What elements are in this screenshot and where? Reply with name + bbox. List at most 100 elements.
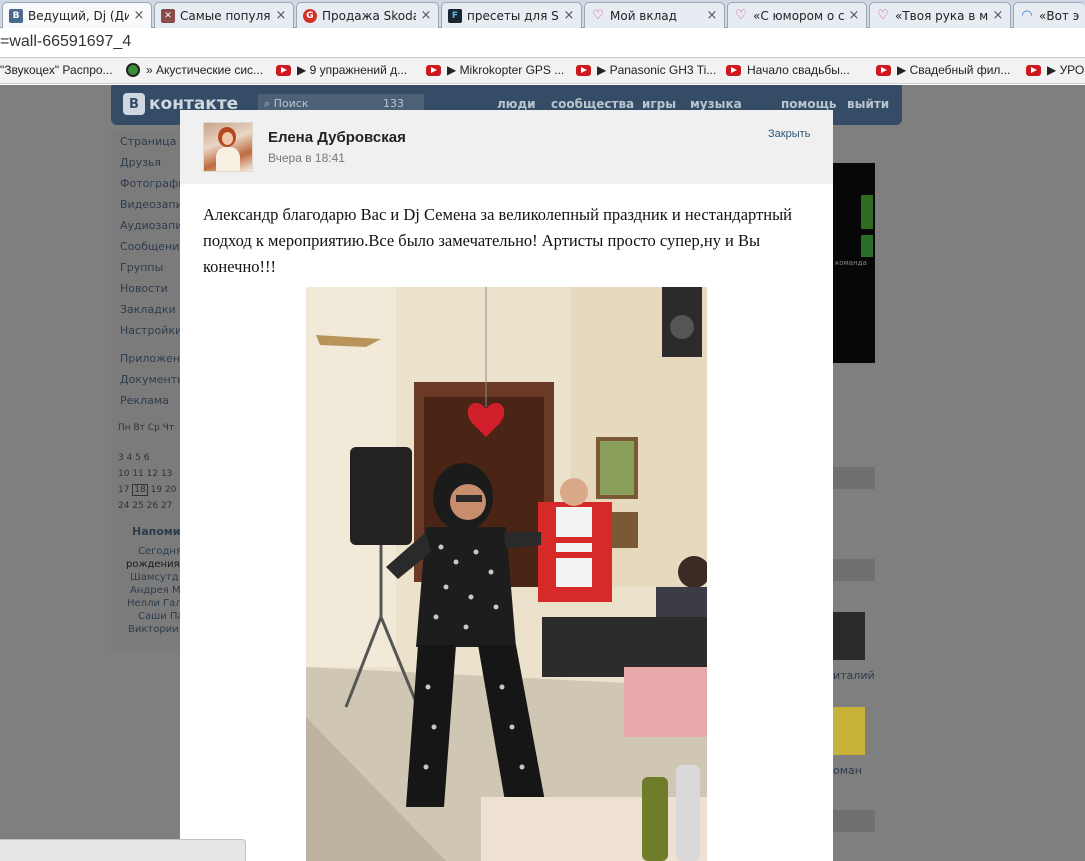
close-tab-icon[interactable]: × — [563, 8, 575, 23]
sidebar-item[interactable]: Аудиозапис — [120, 219, 189, 232]
f-icon: F — [448, 8, 462, 23]
bookmark[interactable]: ▶ Свадебный фил... — [876, 63, 1010, 77]
photo-person — [556, 537, 592, 543]
post-modal: Елена Дубровская Вчера в 18:41 Закрыть А… — [180, 110, 833, 861]
sidebar-item[interactable]: Видеозапис — [120, 198, 189, 211]
vk-logo-icon: В — [123, 93, 145, 115]
avatar-figure — [216, 147, 240, 171]
friend-avatar[interactable] — [833, 612, 865, 660]
heart-icon: ♡ — [592, 8, 604, 23]
post-text: Александр благодарю Вас и Dj Семена за в… — [203, 205, 793, 276]
close-tab-icon[interactable]: × — [706, 8, 718, 23]
sidebar-item[interactable]: Группы — [120, 261, 163, 274]
browser-tab[interactable]: G Продажа Skoda × — [296, 2, 439, 28]
tab-title: «С юмором о се — [753, 8, 844, 23]
address-bar[interactable]: =wall-66591697_4 — [0, 28, 1085, 58]
browser-tab[interactable]: ✕ Самые популяр × — [154, 2, 294, 28]
bookmarks-bar: "Звукоцех" Распро... » Акустические сис.… — [0, 58, 1085, 84]
browser-tab[interactable]: ♡ «С юмором о се × — [727, 2, 867, 28]
photo-painting — [600, 441, 634, 495]
tab-title: Ведущий, Dj (Ди — [28, 8, 129, 23]
bookmark-label: ▶ 9 упражнений д... — [297, 63, 408, 77]
sidebar-item[interactable]: Настройки — [120, 324, 182, 337]
youtube-icon — [726, 64, 741, 76]
search-count: 133 — [383, 97, 404, 110]
photo-table — [481, 797, 707, 861]
reminder-line: рождения — [126, 559, 180, 570]
nav-logout[interactable]: выйти — [847, 97, 889, 111]
close-tab-icon[interactable]: × — [420, 8, 432, 23]
post-photo[interactable] — [306, 287, 707, 861]
close-tab-icon[interactable]: × — [133, 8, 145, 23]
post-header: Елена Дубровская Вчера в 18:41 Закрыть — [180, 110, 833, 184]
browser-tab[interactable]: F пресеты для Spi × — [441, 2, 582, 28]
vk-section-header — [833, 810, 875, 832]
close-tab-icon[interactable]: × — [275, 8, 287, 23]
bookmark[interactable]: "Звукоцех" Распро... — [0, 63, 113, 77]
url-text[interactable]: =wall-66591697_4 — [0, 33, 131, 51]
youtube-icon — [276, 64, 291, 76]
author-avatar[interactable] — [203, 122, 253, 172]
calendar-row: 3 4 5 6 — [118, 453, 150, 463]
youtube-icon — [426, 64, 441, 76]
vk-icon: В — [9, 8, 23, 23]
sidebar-item[interactable]: Фотографи — [120, 177, 185, 190]
browser-tab-bar: В Ведущий, Dj (Ди × ✕ Самые популяр × G … — [0, 0, 1085, 28]
tab-title: «Вот это — [1039, 8, 1079, 23]
sidebar-item[interactable]: Закладки — [120, 303, 176, 316]
nav-people[interactable]: люди — [497, 97, 536, 111]
close-tab-icon[interactable]: × — [992, 8, 1004, 23]
vk-ad-banner[interactable]: команда — [833, 163, 875, 363]
sidebar-item[interactable]: Страница — [120, 135, 176, 148]
browser-tab[interactable]: ♡ Мой вклад × — [584, 2, 725, 28]
browser-tab[interactable]: ◠ «Вот это — [1013, 2, 1085, 28]
reminder-line[interactable]: Андрея М — [130, 585, 181, 596]
friend-name[interactable]: оман — [833, 764, 862, 777]
calendar-weekdays: Пн Вт Ср Чт — [118, 423, 175, 433]
tab-title: Мой вклад — [610, 8, 677, 23]
reminder-line[interactable]: Саши Па — [138, 611, 184, 622]
avatar-figure — [222, 132, 233, 145]
bookmark[interactable]: ▶ УРОК — [1026, 63, 1085, 77]
photo-person — [556, 507, 592, 587]
friend-name[interactable]: италий — [833, 669, 875, 682]
bookmark[interactable]: » Акустические сис... — [126, 63, 263, 77]
close-button[interactable]: Закрыть — [768, 128, 810, 140]
sidebar-item[interactable]: Реклама — [120, 394, 169, 407]
sidebar-item[interactable]: Сообщения — [120, 240, 186, 253]
reminder-line[interactable]: Нелли Гал — [127, 598, 182, 609]
sidebar-item[interactable]: Приложени — [120, 352, 187, 365]
bookmark[interactable]: ▶ Mikrokopter GPS ... — [426, 63, 564, 77]
youtube-icon — [1026, 64, 1041, 76]
reminder-line[interactable]: Виктории — [128, 624, 179, 635]
bookmark-label: Начало свадьбы... — [747, 63, 850, 77]
bookmark[interactable]: Начало свадьбы... — [726, 63, 850, 77]
tab-title: «Твоя рука в мо — [895, 8, 988, 23]
close-tab-icon[interactable]: × — [848, 8, 860, 23]
post-time[interactable]: Вчера в 18:41 — [268, 151, 345, 165]
bookmark[interactable]: ▶ 9 упражнений д... — [276, 63, 407, 77]
sidebar-item[interactable]: Документы — [120, 373, 186, 386]
youtube-icon — [876, 64, 891, 76]
nav-games[interactable]: игры — [642, 97, 676, 111]
sidebar-item[interactable]: Новости — [120, 282, 168, 295]
friend-avatar[interactable] — [833, 707, 865, 755]
globe-icon — [126, 63, 140, 77]
bookmark[interactable]: ▶ Panasonic GH3 Ti... — [576, 63, 716, 77]
heart-icon: ♡ — [735, 8, 747, 23]
photo-speaker — [350, 447, 412, 545]
browser-tab[interactable]: ♡ «Твоя рука в мо × — [869, 2, 1011, 28]
nav-music[interactable]: музыка — [690, 97, 742, 111]
heart-icon: ♡ — [877, 8, 889, 23]
search-placeholder: Поиск — [273, 97, 309, 110]
nav-help[interactable]: помощь — [781, 97, 836, 111]
bookmark-label: ▶ УРОК — [1047, 63, 1085, 77]
reminder-line[interactable]: Шамсутд — [130, 572, 179, 583]
sidebar-item[interactable]: Друзья — [120, 156, 161, 169]
browser-tab[interactable]: В Ведущий, Dj (Ди × — [2, 2, 152, 28]
loading-icon: ◠ — [1022, 8, 1032, 23]
nav-communities[interactable]: сообщества — [551, 97, 634, 111]
bookmark-label: » Акустические сис... — [146, 63, 264, 77]
author-name[interactable]: Елена Дубровская — [268, 129, 406, 146]
bookmark-label: ▶ Свадебный фил... — [897, 63, 1011, 77]
